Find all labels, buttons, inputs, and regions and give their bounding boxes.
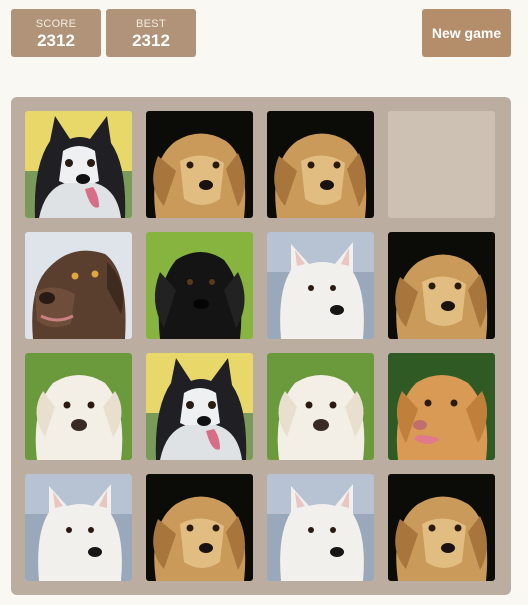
tile-husky [25, 111, 132, 218]
score-box: SCORE 2312 [11, 9, 101, 57]
golden-retriever-image [146, 474, 253, 581]
golden-retriever-image [388, 232, 495, 339]
empty-cell [388, 111, 495, 218]
yellow-labrador-image [388, 353, 495, 460]
chocolate-labrador-image [25, 232, 132, 339]
husky-image [146, 353, 253, 460]
white-shepherd-image [25, 474, 132, 581]
tile-golden-retriever [267, 111, 374, 218]
tile-golden-retriever [146, 111, 253, 218]
score-value: 2312 [37, 31, 75, 50]
tile-chocolate-labrador [25, 232, 132, 339]
golden-retriever-image [146, 111, 253, 218]
tile-golden-retriever [388, 232, 495, 339]
white-labrador-image [25, 353, 132, 460]
tile-white-shepherd [25, 474, 132, 581]
best-score-box: BEST 2312 [106, 9, 196, 57]
tile-yellow-labrador [388, 353, 495, 460]
golden-retriever-image [388, 474, 495, 581]
tile-white-labrador [25, 353, 132, 460]
white-shepherd-image [267, 232, 374, 339]
black-retriever-image [146, 232, 253, 339]
tile-golden-retriever [388, 474, 495, 581]
score-label: SCORE [35, 18, 77, 30]
new-game-button[interactable]: New game [422, 9, 511, 57]
tile-golden-retriever [146, 474, 253, 581]
white-shepherd-image [267, 474, 374, 581]
tile-white-labrador [267, 353, 374, 460]
tile-husky [146, 353, 253, 460]
tile-white-shepherd [267, 474, 374, 581]
husky-image [25, 111, 132, 218]
best-label: BEST [136, 18, 166, 30]
white-labrador-image [267, 353, 374, 460]
tile-white-shepherd [267, 232, 374, 339]
game-board[interactable] [11, 97, 511, 595]
tile-black-retriever [146, 232, 253, 339]
best-value: 2312 [132, 31, 170, 50]
golden-retriever-image [267, 111, 374, 218]
